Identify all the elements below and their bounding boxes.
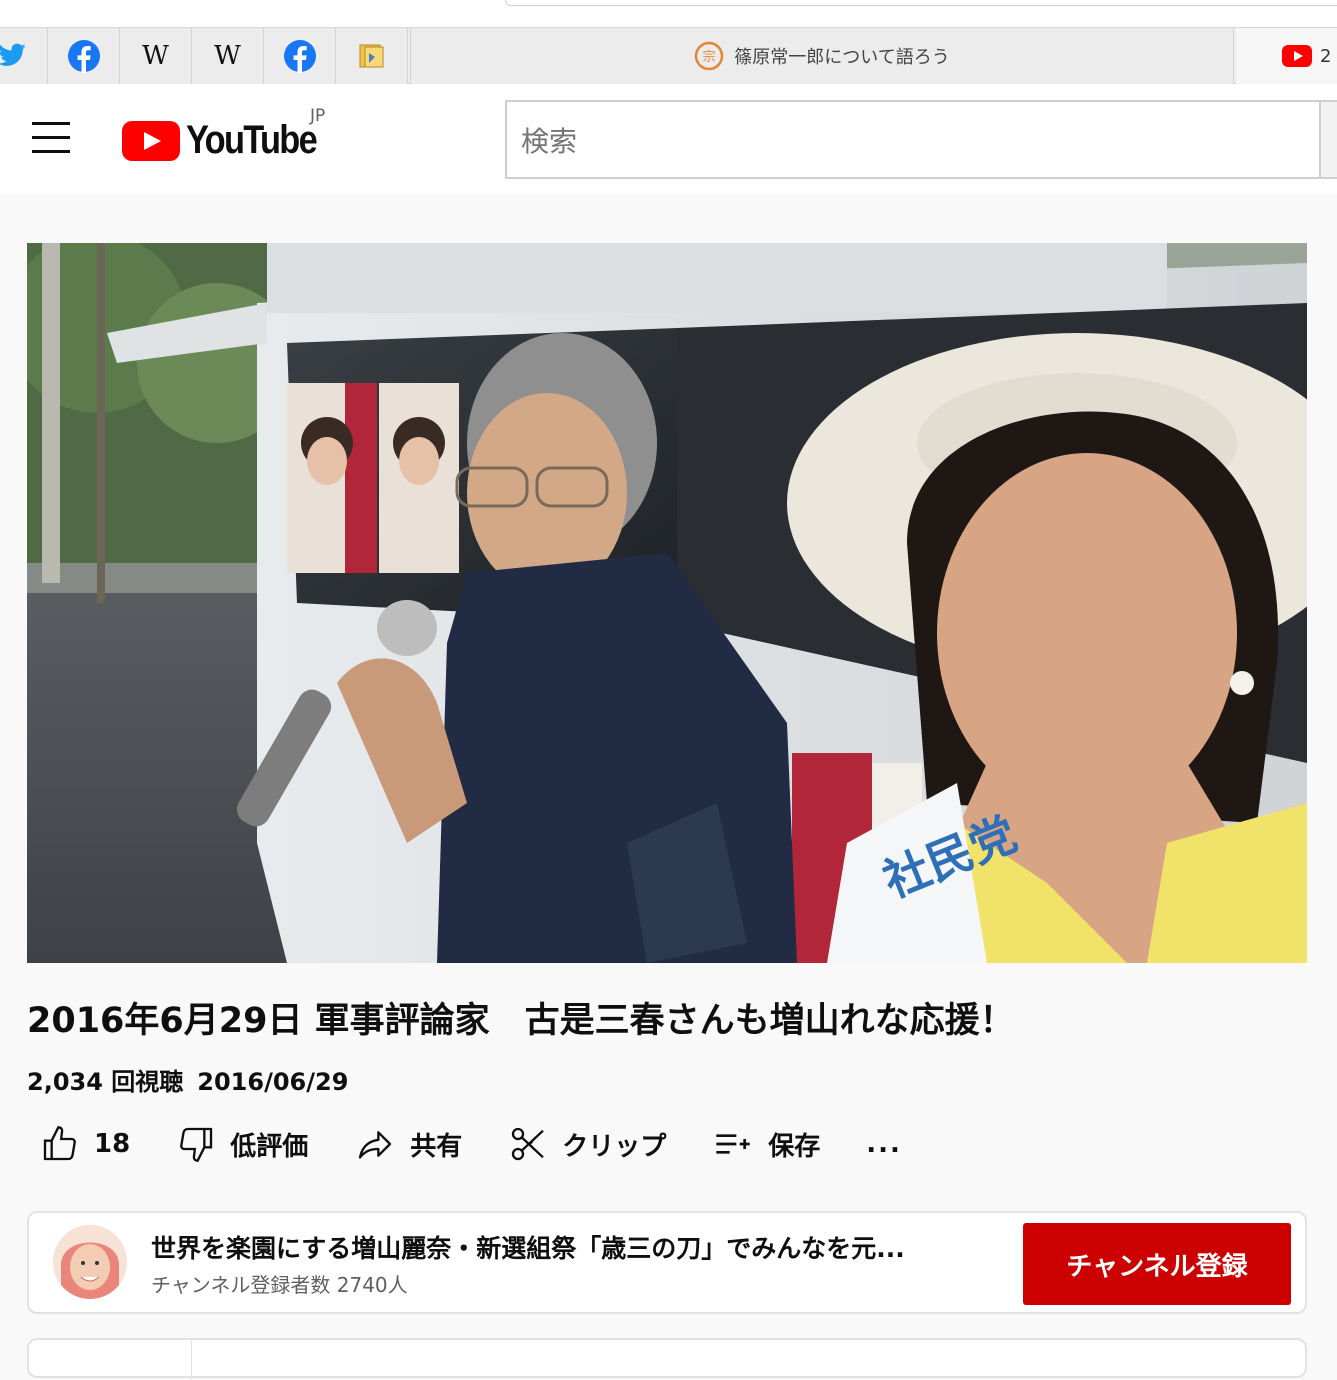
bookmark-wikipedia-1[interactable]: W bbox=[120, 28, 192, 84]
wikipedia-icon: W bbox=[214, 41, 241, 71]
twitter-icon bbox=[0, 43, 26, 66]
next-card bbox=[27, 1338, 1307, 1380]
video-player[interactable]: 社民党 bbox=[27, 243, 1307, 963]
clip-label: クリップ bbox=[562, 1131, 667, 1162]
more-actions-button[interactable]: ... bbox=[866, 1129, 902, 1159]
dislike-label: 低評価 bbox=[230, 1131, 309, 1162]
country-code: JP bbox=[310, 106, 326, 126]
dislike-button[interactable]: 低評価 bbox=[176, 1124, 308, 1164]
video-frame: 社民党 bbox=[27, 243, 1307, 963]
wikipedia-icon: W bbox=[142, 41, 169, 71]
channel-avatar[interactable] bbox=[53, 1225, 127, 1299]
menu-icon[interactable] bbox=[32, 122, 70, 154]
tab-title: 篠原常一郎について語ろう bbox=[734, 47, 950, 68]
subscribe-button[interactable]: チャンネル登録 bbox=[1023, 1223, 1291, 1305]
site-favicon-icon: 宗 bbox=[695, 41, 724, 71]
subscriber-count: チャンネル登録者数 2740人 bbox=[151, 1273, 408, 1297]
clip-button[interactable]: クリップ bbox=[508, 1124, 666, 1164]
scissors-icon bbox=[512, 1127, 545, 1161]
search-input[interactable]: 検索 bbox=[505, 100, 1321, 179]
tab-youtube-label: 2 bbox=[1320, 45, 1332, 67]
video-meta: 2,034 回視聴 2016/06/29 bbox=[27, 1062, 348, 1097]
channel-name[interactable]: 世界を楽園にする増山麗奈・新選組祭「歳三の刀」でみんなを元... bbox=[151, 1229, 991, 1265]
card-divider bbox=[191, 1340, 192, 1380]
bookmark-facebook-2[interactable] bbox=[264, 28, 336, 84]
browser-top-strip bbox=[0, 0, 1337, 28]
more-icon: ... bbox=[866, 1129, 902, 1159]
svg-text:宗: 宗 bbox=[703, 49, 716, 65]
thumbs-down-icon bbox=[180, 1127, 213, 1162]
logo-text: YouTube bbox=[186, 118, 318, 162]
share-label: 共有 bbox=[410, 1131, 463, 1162]
thumbs-up-icon bbox=[43, 1126, 76, 1161]
view-count: 2,034 回視聴 bbox=[27, 1068, 184, 1096]
youtube-logo[interactable]: YouTube bbox=[122, 118, 337, 163]
bookmark-facebook-1[interactable] bbox=[48, 28, 120, 84]
search-button[interactable] bbox=[1321, 100, 1337, 179]
folder-icon bbox=[359, 44, 383, 68]
bookmark-twitter[interactable] bbox=[0, 28, 48, 84]
youtube-icon bbox=[1282, 45, 1312, 67]
channel-card: 世界を楽園にする増山麗奈・新選組祭「歳三の刀」でみんなを元... チャンネル登録… bbox=[27, 1211, 1307, 1314]
bookmark-wikipedia-2[interactable]: W bbox=[192, 28, 264, 84]
bookmark-folder[interactable] bbox=[336, 28, 408, 84]
video-title: 2016年6月29日 軍事評論家 古是三春さんも増山れな応援！ bbox=[27, 1001, 1015, 1041]
share-icon bbox=[359, 1131, 392, 1159]
address-bar-edge[interactable] bbox=[505, 0, 1337, 6]
save-button[interactable]: 保存 bbox=[712, 1124, 820, 1164]
masthead: YouTube JP 検索 bbox=[0, 84, 1337, 194]
tab-active[interactable]: 宗 篠原常一郎について語ろう bbox=[410, 28, 1234, 84]
save-label: 保存 bbox=[768, 1131, 821, 1162]
playlist-add-icon bbox=[716, 1134, 750, 1154]
facebook-icon bbox=[67, 40, 100, 73]
tab-youtube[interactable]: 2 bbox=[1236, 28, 1337, 84]
bookmarks-bar: W W 宗 篠原常一郎について語ろう 2 bbox=[0, 28, 1337, 84]
upload-date: 2016/06/29 bbox=[197, 1068, 349, 1096]
like-count: 18 bbox=[94, 1129, 131, 1159]
action-bar: 18 低評価 共有 クリップ 保存 ... bbox=[40, 1118, 948, 1170]
share-button[interactable]: 共有 bbox=[354, 1124, 462, 1164]
like-button[interactable]: 18 bbox=[40, 1124, 130, 1164]
avatar-image bbox=[53, 1225, 127, 1299]
youtube-play-icon bbox=[122, 120, 180, 161]
facebook-icon bbox=[283, 40, 316, 73]
